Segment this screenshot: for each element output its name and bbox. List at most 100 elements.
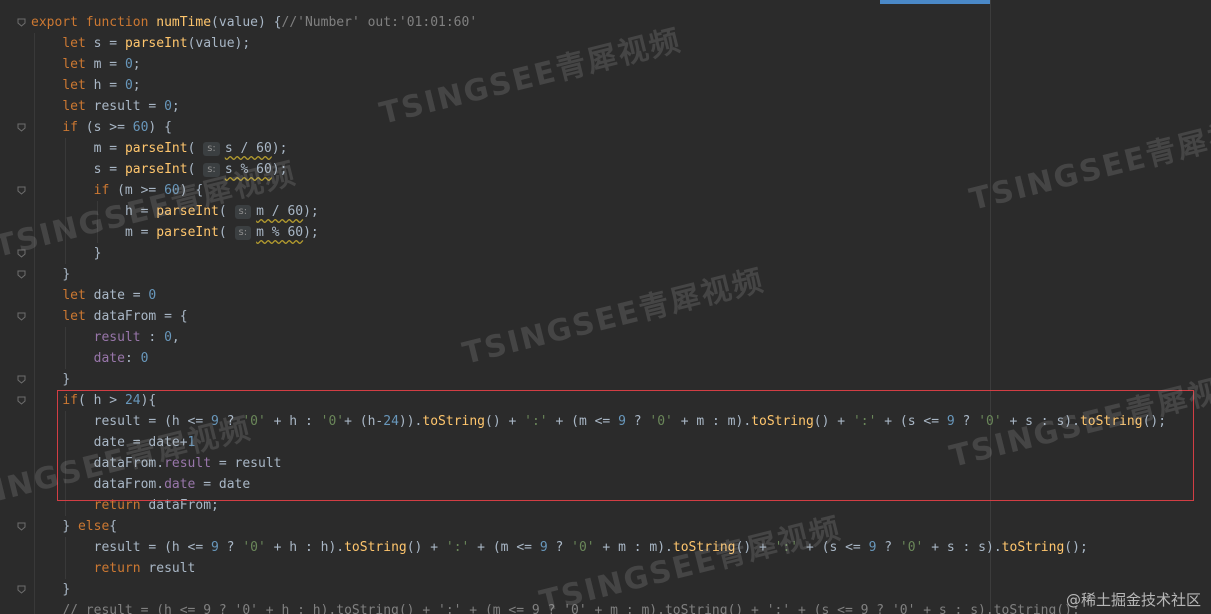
code-line[interactable]: return dataFrom; [94,495,219,516]
code-token: } [62,372,71,387]
code-token: 0 [164,330,172,345]
code-line[interactable]: result = (h <= 9 ? '0' + h : h).toString… [94,537,1088,558]
code-token: + (s <= [876,414,947,429]
code-line[interactable]: if (s >= 60) { [62,117,172,138]
code-token: m = [93,57,125,72]
code-token: toString [422,414,486,429]
code-token: parseInt [156,204,219,219]
code-token: ? [625,414,650,429]
code-token: + h : [265,414,321,429]
code-token: toString [672,540,736,555]
code-token: export [31,15,86,30]
site-watermark: @稀土掘金技术社区 [1065,591,1201,609]
code-token: () + [813,414,853,429]
code-line[interactable]: if (m >= 60) { [94,180,204,201]
code-token: date [164,477,196,492]
code-line[interactable]: m = parseInt( s: m % 60); [125,222,319,243]
code-token: if [62,120,86,135]
code-token: if [93,183,118,198]
code-token: = date [195,477,251,492]
code-token: ':' [774,540,799,555]
code-token: () + [485,414,525,429]
code-line[interactable]: let dataFrom = { [62,306,187,327]
code-token: toString [1079,414,1143,429]
fold-marker-icon[interactable] [17,123,26,132]
scroll-position-indicator[interactable] [880,0,990,4]
code-line[interactable]: export function numTime(value) {//'Numbe… [31,12,477,33]
code-editor[interactable]: export function numTime(value) {//'Numbe… [0,0,1211,614]
code-token: let [62,57,94,72]
code-line[interactable]: let s = parseInt(value); [62,33,250,54]
code-line[interactable]: dataFrom.date = date [94,474,251,495]
code-token: 9 [211,414,219,429]
code-line[interactable]: date = date+1 [94,432,196,453]
code-token: ':' [852,414,877,429]
code-token: 9 [539,540,548,555]
code-token: + (m <= [469,540,540,555]
code-token: s = [93,36,125,51]
code-token: result [93,330,141,345]
code-token: h = [93,78,125,93]
code-line[interactable]: } [94,243,102,264]
fold-marker-icon[interactable] [17,522,26,531]
code-line[interactable]: if( h > 24){ [62,390,156,411]
code-token: toString [751,414,814,429]
code-token: { [109,519,118,534]
code-line[interactable]: let m = 0; [62,54,140,75]
fold-marker-icon[interactable] [17,18,26,27]
code-token: ':' [445,540,470,555]
code-token: ? [218,414,243,429]
code-token: + (m <= [547,414,619,429]
code-token: h = [124,204,157,219]
code-line[interactable]: return result [94,558,196,579]
code-line[interactable]: // result = (h <= 9 ? '0' + h : h).toStr… [62,600,1079,614]
code-line[interactable]: h = parseInt( s: m / 60); [125,201,319,222]
code-line[interactable]: } [62,369,70,390]
code-token: function [85,15,157,30]
code-token: ; [132,78,141,93]
code-token: (value); [187,36,251,51]
code-line[interactable]: dataFrom.result = result [94,453,282,474]
fold-marker-icon[interactable] [17,186,26,195]
code-line[interactable]: } [62,264,70,285]
code-line[interactable]: s = parseInt( s: s % 60); [94,159,287,180]
code-token: date [93,351,125,366]
indent-guide [65,327,67,369]
fold-marker-icon[interactable] [17,249,26,258]
code-token: return [93,498,149,513]
code-token: parseInt [124,162,188,177]
code-line[interactable]: result = (h <= 9 ? '0' + h : '0'+ (h-24)… [94,411,1166,432]
code-line[interactable]: let date = 0 [62,285,156,306]
code-token: 0 [148,288,157,303]
fold-marker-icon[interactable] [17,396,26,405]
watermark: TSINGSEE青犀视频 [459,262,769,372]
code-token: } [62,519,78,534]
code-line[interactable]: let h = 0; [62,75,140,96]
code-token: (value) { [211,15,282,30]
fold-marker-icon[interactable] [17,375,26,384]
code-line[interactable]: } [62,579,70,600]
code-token: m % 60 [256,225,304,240]
code-token: m = [93,141,125,156]
code-token: dataFrom. [93,456,165,471]
code-line[interactable]: date: 0 [94,348,149,369]
fold-marker-icon[interactable] [17,270,26,279]
code-token: + (s <= [798,540,869,555]
code-token: result [164,456,212,471]
code-line[interactable]: m = parseInt( s: s / 60); [93,138,287,159]
code-token: 24 [383,414,399,429]
code-token: ); [303,225,319,240]
indent-guide [65,411,67,516]
code-token: + h : h). [265,540,345,555]
code-line[interactable]: let result = 0; [62,96,179,117]
fold-marker-icon[interactable] [17,585,26,594]
code-token: //'Number' out:'01:01:60' [281,15,478,30]
watermark: TSINGSEE青犀视频 [536,510,846,614]
code-token: ( h > [77,393,125,408]
code-line[interactable]: } else{ [62,516,117,537]
fold-marker-icon[interactable] [17,312,26,321]
code-token: () + [735,540,775,555]
code-token: 0 [124,78,133,93]
code-line[interactable]: result : 0, [94,327,180,348]
code-token: if [62,393,78,408]
